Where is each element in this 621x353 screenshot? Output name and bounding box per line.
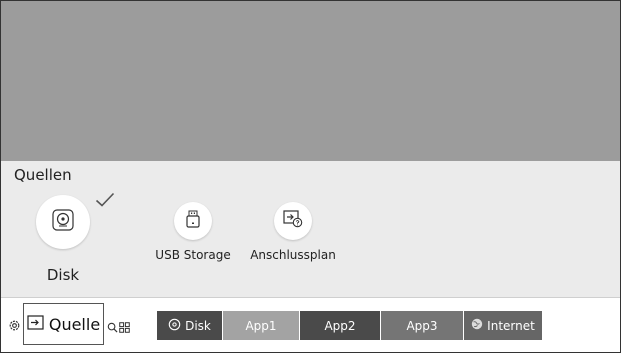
source-anschlussplan-label: Anschlussplan (250, 248, 336, 262)
tab-app2-label: App2 (324, 318, 356, 333)
search-icon[interactable] (107, 318, 118, 337)
source-anschlussplan[interactable]: Anschlussplan (248, 202, 338, 262)
tab-internet-label: Internet (487, 318, 535, 333)
disc-icon (168, 318, 185, 334)
bottom-bar: Quelle Disk App1 App2 App3 Internet (1, 298, 620, 352)
source-button[interactable]: Quelle (23, 303, 104, 345)
tab-disk-label: Disk (185, 318, 211, 333)
source-usb-label: USB Storage (155, 248, 231, 262)
source-disk-circle (36, 195, 90, 249)
preview-area (1, 1, 620, 161)
source-usb-circle (174, 202, 212, 240)
input-source-icon (27, 314, 44, 334)
sources-panel: Quellen Disk USB Storage Anschlussplan (1, 161, 620, 297)
usb-drive-icon (186, 210, 200, 232)
tab-app3[interactable]: App3 (380, 311, 463, 340)
tab-app2[interactable]: App2 (299, 311, 380, 340)
tab-internet[interactable]: Internet (463, 311, 542, 340)
tab-app3-label: App3 (406, 318, 438, 333)
tv-screen: Quellen Disk USB Storage Anschlussplan Q… (0, 0, 621, 353)
source-button-label: Quelle (48, 314, 101, 334)
source-anschlussplan-circle (274, 202, 312, 240)
source-disk-label: Disk (46, 266, 80, 284)
checkmark-icon (95, 192, 115, 212)
tab-app1[interactable]: App1 (222, 311, 299, 340)
source-usb-storage[interactable]: USB Storage (153, 202, 233, 262)
connection-guide-icon (283, 210, 303, 232)
grid-icon[interactable] (119, 318, 130, 337)
globe-icon (471, 318, 487, 333)
disc-icon (52, 209, 74, 235)
sources-title: Quellen (14, 166, 72, 184)
gear-icon[interactable] (8, 317, 21, 336)
app-tabs: Disk App1 App2 App3 Internet (157, 311, 542, 340)
source-disk[interactable]: Disk (35, 195, 91, 284)
tab-app1-label: App1 (245, 318, 277, 333)
tab-disk[interactable]: Disk (157, 311, 222, 340)
